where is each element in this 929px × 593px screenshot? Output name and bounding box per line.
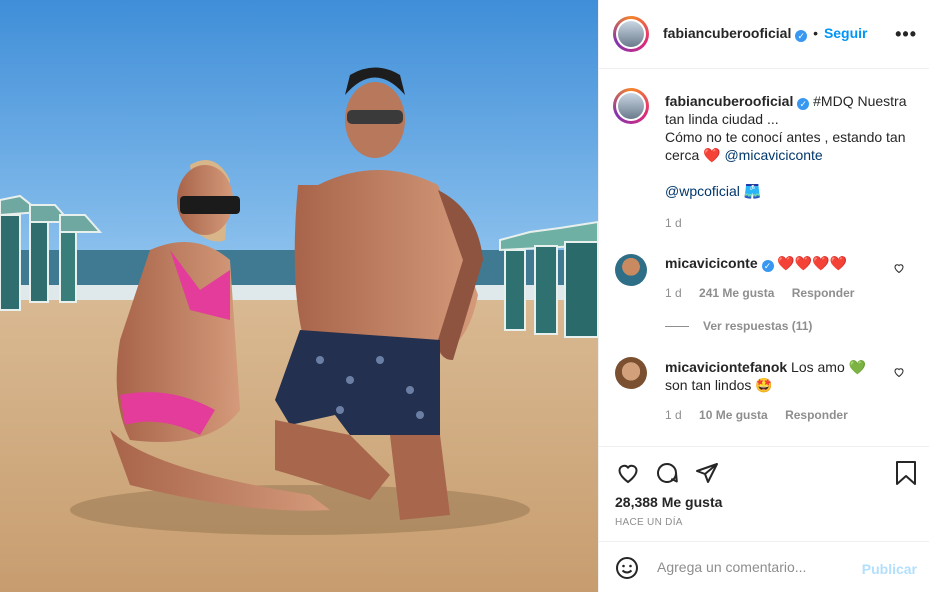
caption-avatar[interactable]: [613, 88, 649, 124]
reply-button[interactable]: Responder: [792, 286, 855, 300]
comment-username[interactable]: micaviciontefanok: [665, 359, 787, 375]
tag-link[interactable]: @wpcoficial: [665, 183, 740, 199]
comment-likes[interactable]: 10 Me gusta: [699, 408, 768, 422]
comment-text: ❤️❤️❤️❤️: [777, 255, 848, 271]
separator-dot: •: [813, 25, 819, 41]
comment-text: Los amo: [791, 359, 845, 375]
mention-link[interactable]: @micaviciconte: [724, 147, 822, 163]
comment-text-2: son tan lindos: [665, 377, 752, 393]
beach-photo: [0, 0, 598, 592]
like-heart-icon[interactable]: [615, 461, 641, 485]
author-avatar[interactable]: [613, 16, 649, 52]
comment-meta: 1 d 10 Me gusta Responder: [665, 408, 862, 422]
view-replies-label: Ver respuestas (11): [703, 319, 813, 333]
comment-1: micaviciconte ✓ ❤️❤️❤️❤️: [665, 254, 885, 272]
verified-icon: ✓: [795, 30, 808, 42]
green-heart-emoji: 💚: [848, 359, 867, 375]
commenter-avatar[interactable]: [615, 254, 647, 286]
caption: fabiancuberooficial ✓ #MDQ Nuestra tan l…: [665, 92, 915, 200]
header-meta: fabiancuberooficial ✓ • Seguir: [663, 25, 868, 42]
emoji-smiley-icon[interactable]: [615, 556, 639, 580]
comment-time[interactable]: 1 d: [665, 408, 682, 422]
heart-emoji: ❤️: [703, 147, 721, 163]
view-replies-button[interactable]: Ver respuestas (11): [665, 319, 812, 333]
comment-time[interactable]: 1 d: [665, 286, 682, 300]
star-eyes-emoji: 🤩: [755, 377, 773, 393]
caption-time[interactable]: 1 d: [665, 216, 682, 230]
post-sidebar: fabiancuberooficial ✓ • Seguir ••• fabia…: [598, 0, 929, 592]
likes-count[interactable]: 28,388 Me gusta: [615, 494, 722, 510]
comment-bubble-icon[interactable]: [655, 461, 679, 485]
comment-meta: 1 d 241 Me gusta Responder: [665, 286, 868, 300]
replies-line: [665, 326, 689, 328]
reply-button[interactable]: Responder: [785, 408, 848, 422]
comment-username[interactable]: micaviciconte: [665, 255, 758, 271]
add-comment-bar: Publicar: [599, 541, 929, 593]
more-options-icon[interactable]: •••: [895, 24, 917, 45]
save-bookmark-icon[interactable]: [895, 460, 917, 486]
comment-like-icon[interactable]: [893, 262, 905, 274]
comment-likes[interactable]: 241 Me gusta: [699, 286, 774, 300]
commenter-avatar[interactable]: [615, 357, 647, 389]
post-header: fabiancuberooficial ✓ • Seguir •••: [599, 0, 929, 69]
caption-username[interactable]: fabiancuberooficial: [665, 93, 793, 109]
comment-input[interactable]: [655, 558, 859, 576]
post-date[interactable]: HACE UN DÍA: [615, 517, 683, 528]
verified-icon: ✓: [761, 260, 774, 272]
shorts-emoji: 🩳: [743, 183, 762, 199]
verified-icon: ✓: [797, 98, 810, 110]
post-photo[interactable]: [0, 0, 598, 592]
share-send-icon[interactable]: [695, 461, 719, 485]
header-username[interactable]: fabiancuberooficial: [663, 25, 791, 41]
comment-2: micaviciontefanok Los amo 💚 son tan lind…: [665, 358, 885, 394]
follow-button[interactable]: Seguir: [824, 25, 868, 41]
publish-button[interactable]: Publicar: [862, 561, 917, 577]
comment-like-icon[interactable]: [893, 366, 905, 378]
